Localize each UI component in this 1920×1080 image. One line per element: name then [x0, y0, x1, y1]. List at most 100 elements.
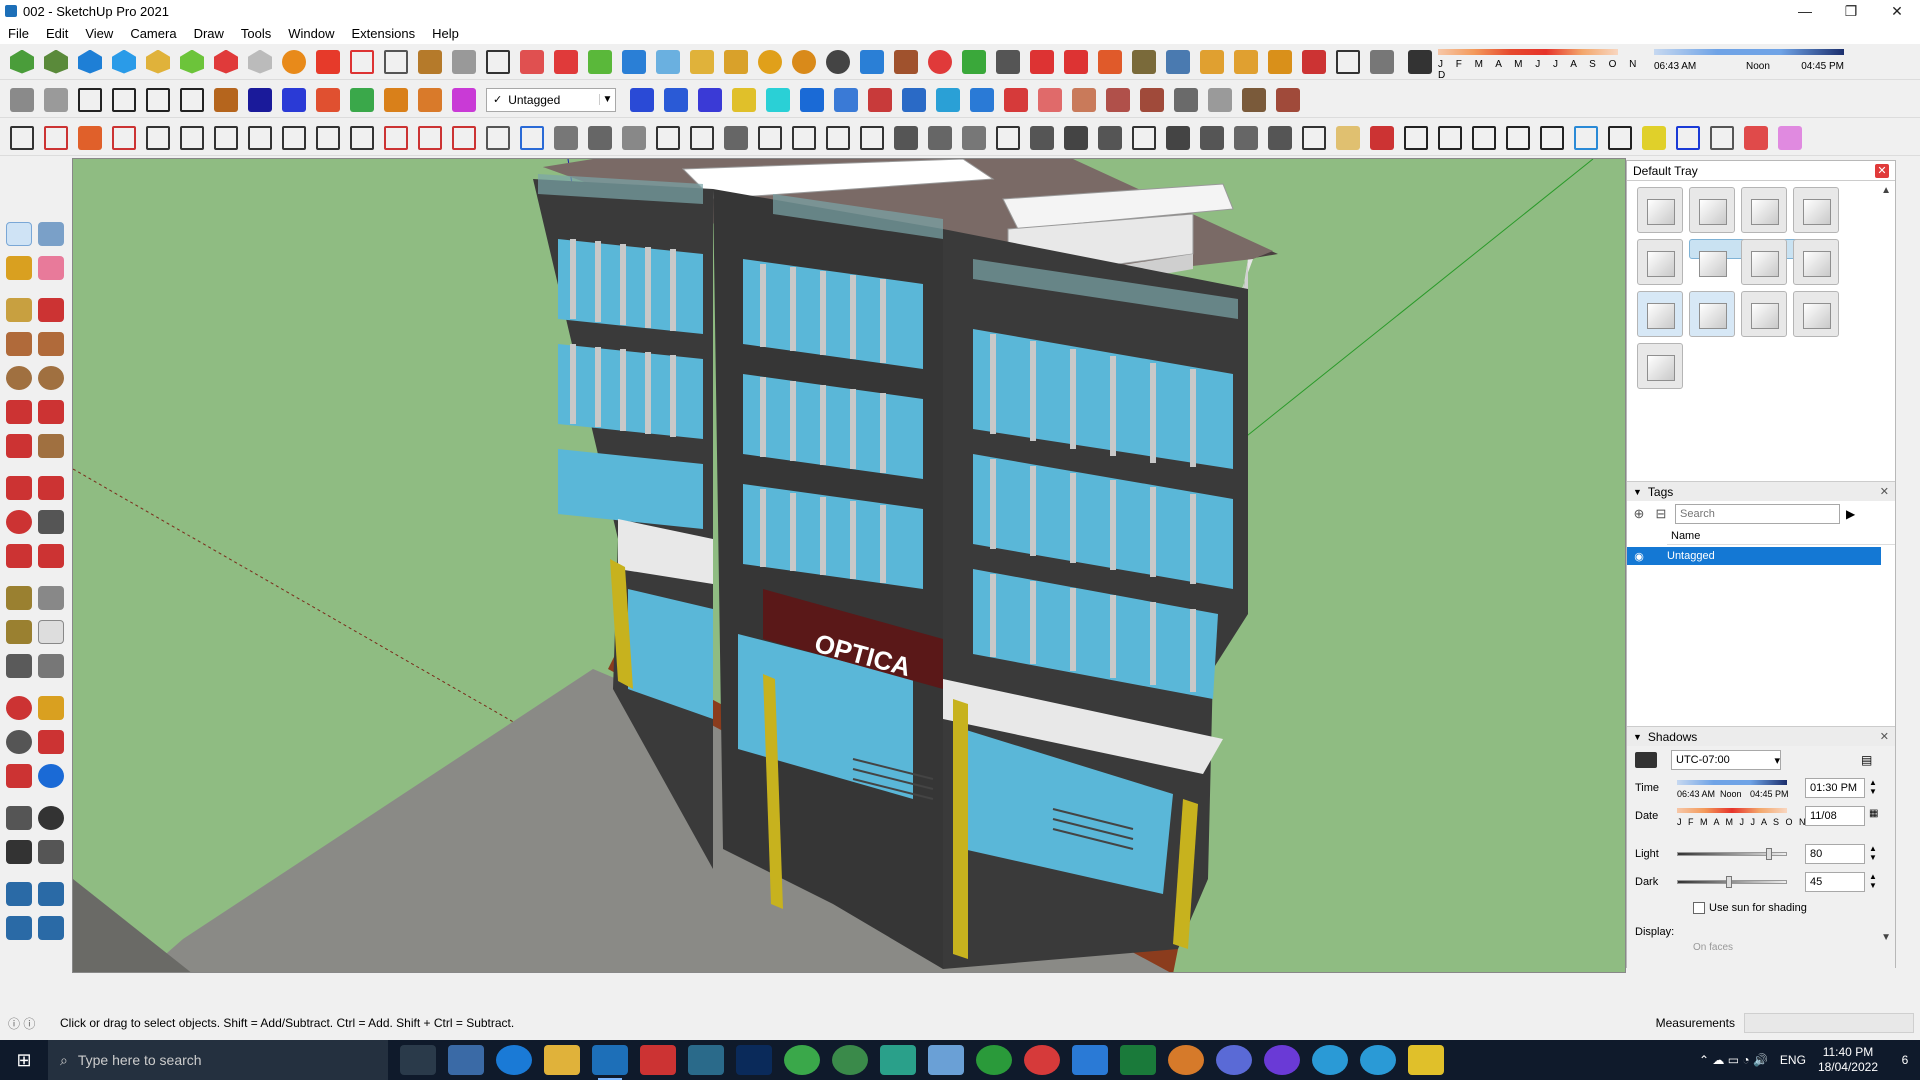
style-thumbnail[interactable] [1689, 291, 1735, 337]
time-spinner-icon[interactable]: ▲ ▼ [1869, 778, 1877, 796]
move-up-icon[interactable] [834, 87, 858, 112]
ext-tool-25-icon[interactable] [894, 49, 918, 74]
pan-tool-icon[interactable] [38, 696, 64, 720]
tape-measure-icon[interactable] [6, 586, 32, 610]
array-tool-1-icon[interactable] [554, 125, 578, 150]
menu-window[interactable]: Window [288, 26, 334, 41]
curve-tool-12-icon[interactable] [384, 125, 408, 150]
ext-tool-12-icon[interactable] [452, 49, 476, 74]
sticky-notes-icon[interactable] [1408, 1045, 1444, 1075]
curve-tool-8-icon[interactable] [248, 125, 272, 150]
ext-tool-31-icon[interactable] [1098, 49, 1122, 74]
extra-tool-5-icon[interactable] [1174, 87, 1198, 112]
sandbox-tool-4-icon[interactable] [316, 87, 340, 112]
extra-tool-2-icon[interactable] [1072, 87, 1096, 112]
ext-tool-14-icon[interactable] [520, 49, 544, 74]
taskbar-search-box[interactable]: ⌕ Type here to search [48, 1040, 388, 1080]
rotate-tool-icon[interactable] [6, 510, 32, 534]
array-tool-16-icon[interactable] [1064, 125, 1088, 150]
ext-tool-6-icon[interactable] [248, 49, 272, 74]
scroll-down-icon[interactable]: ▼ [1881, 932, 1891, 943]
array-tool-20-icon[interactable] [1200, 125, 1224, 150]
telegram-icon[interactable] [1360, 1045, 1396, 1075]
chrome-profile-icon[interactable] [832, 1045, 868, 1075]
ext-tool-23-icon[interactable] [826, 49, 850, 74]
status-info-icons[interactable]: ⓘ ⓘ [0, 1015, 60, 1032]
model-viewport[interactable]: OPTICA [72, 158, 1626, 973]
eraser-icon[interactable] [38, 256, 64, 280]
circle-tool-icon[interactable] [6, 366, 32, 390]
sandbox-tool-7-icon[interactable] [418, 87, 442, 112]
ext-tool-32-icon[interactable] [1132, 49, 1156, 74]
sketchup-taskbar-icon[interactable] [592, 1045, 628, 1080]
app-icon[interactable] [928, 1045, 964, 1075]
acrobat-icon[interactable] [640, 1045, 676, 1075]
shadow-date-slider[interactable]: J F M A M J J A S O N D [1438, 47, 1648, 81]
axes-tool-icon[interactable] [6, 654, 32, 678]
close-button[interactable]: ✕ [1874, 0, 1920, 22]
notification-count[interactable]: 6 [1890, 1053, 1920, 1067]
extra-tool-3-icon[interactable] [1106, 87, 1130, 112]
task-view-icon[interactable] [400, 1045, 436, 1075]
array-tool-8-icon[interactable] [792, 125, 816, 150]
walk-tool-icon[interactable] [6, 840, 32, 864]
shape-tool-2-icon[interactable] [1370, 125, 1394, 150]
curve-tool-16-icon[interactable] [520, 125, 544, 150]
light-field[interactable]: 80 [1805, 844, 1865, 864]
app-icon[interactable] [1168, 1045, 1204, 1075]
shape-tool-5-icon[interactable] [1472, 125, 1496, 150]
style-thumbnail[interactable] [1637, 343, 1683, 389]
zoom-tool-icon[interactable] [6, 730, 32, 754]
timezone-select[interactable]: UTC-07:00 ▾ [1671, 750, 1781, 770]
move-tool-icon[interactable] [6, 476, 32, 500]
app-icon[interactable] [688, 1045, 724, 1075]
dark-slider-thumb[interactable] [1726, 876, 1732, 888]
section-plane-icon[interactable] [38, 840, 64, 864]
zoom-extents-icon[interactable] [6, 764, 32, 788]
ext-tool-36-icon[interactable] [1268, 49, 1292, 74]
ext-tool-11-icon[interactable] [418, 49, 442, 74]
ext-tool-15-icon[interactable] [554, 49, 578, 74]
array-tool-2-icon[interactable] [588, 125, 612, 150]
ext-tool-30-icon[interactable] [1064, 49, 1088, 74]
paint-bucket-icon[interactable] [6, 256, 32, 280]
array-tool-12-icon[interactable] [928, 125, 952, 150]
look-around-icon[interactable] [38, 806, 64, 830]
array-tool-18-icon[interactable] [1132, 125, 1156, 150]
telegram-icon[interactable] [1312, 1045, 1348, 1075]
shape-tool-1-icon[interactable] [1336, 125, 1360, 150]
shape-tool-13-icon[interactable] [1744, 125, 1768, 150]
text-tool-icon[interactable] [38, 620, 64, 644]
menu-help[interactable]: Help [432, 26, 459, 41]
array-tool-7-icon[interactable] [758, 125, 782, 150]
polygon-tool-icon[interactable] [38, 366, 64, 390]
style-thumbnail[interactable] [1637, 239, 1683, 285]
undo-tool-icon[interactable] [970, 87, 994, 112]
ext-tool-20-icon[interactable] [724, 49, 748, 74]
style-thumbnail[interactable] [1741, 291, 1787, 337]
ext-tool-17-icon[interactable] [622, 49, 646, 74]
shape-tool-12-icon[interactable] [1710, 125, 1734, 150]
rotated-rectangle-icon[interactable] [38, 332, 64, 356]
windows-start-icon[interactable]: ⊞ [0, 1050, 48, 1071]
menu-file[interactable]: File [8, 26, 29, 41]
extra-tool-4-icon[interactable] [1140, 87, 1164, 112]
shadows-toggle-icon[interactable] [1408, 49, 1432, 74]
ext-tool-5-icon[interactable] [214, 49, 238, 74]
style-thumbnail[interactable] [1741, 187, 1787, 233]
component-tool-2-icon[interactable] [766, 87, 790, 112]
array-tool-19-icon[interactable] [1166, 125, 1190, 150]
curve-tool-11-icon[interactable] [350, 125, 374, 150]
shape-tool-11-icon[interactable] [1676, 125, 1700, 150]
ext-tool-7-icon[interactable] [282, 49, 306, 74]
make-component-icon[interactable] [38, 222, 64, 246]
date-field[interactable]: 11/08 [1805, 806, 1865, 826]
light-slider[interactable] [1677, 848, 1787, 860]
curve-tool-3-icon[interactable] [78, 125, 102, 150]
shape-tool-10-icon[interactable] [1642, 125, 1666, 150]
ext-tool-16-icon[interactable] [588, 49, 612, 74]
sandbox-tool-6-icon[interactable] [384, 87, 408, 112]
array-tool-23-icon[interactable] [1302, 125, 1326, 150]
calculator-app-icon[interactable] [448, 1045, 484, 1075]
select-tool-icon[interactable] [6, 222, 32, 246]
